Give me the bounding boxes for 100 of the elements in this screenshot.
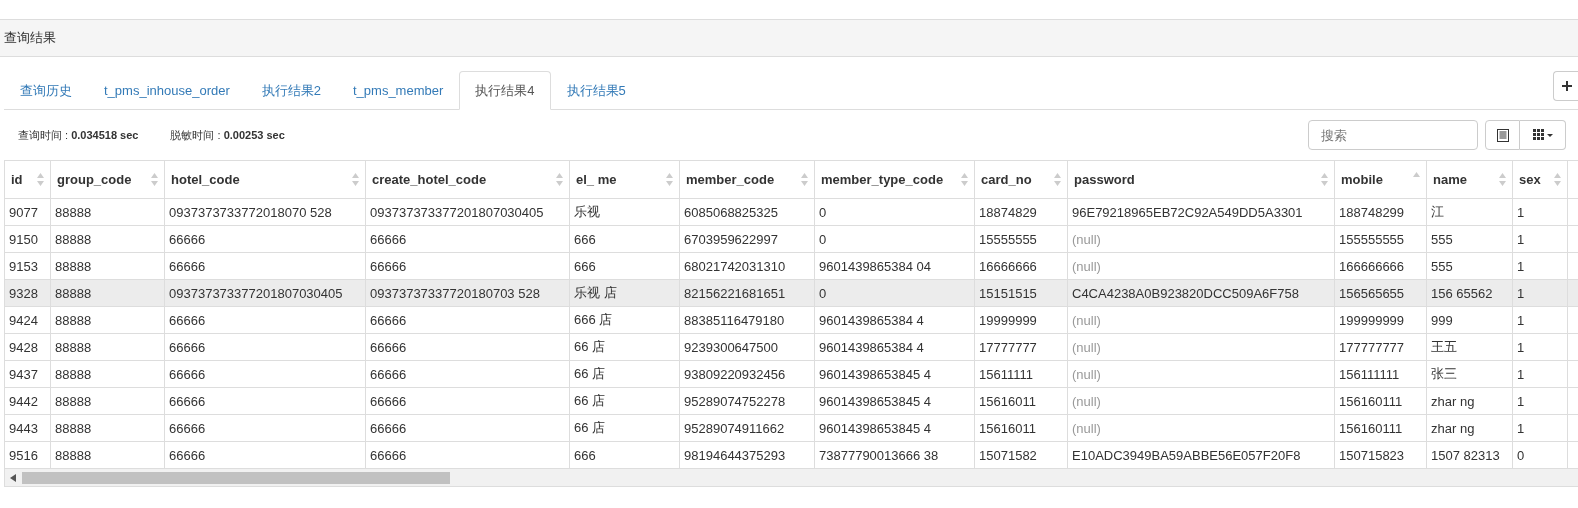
table-cell: 9442 [5, 388, 51, 414]
table-cell: 9601439865384 04 [815, 253, 975, 279]
table-cell: 166666666 [1335, 253, 1427, 279]
table-cell: 9153 [5, 253, 51, 279]
table-cell: 155555555 [1335, 226, 1427, 252]
add-button[interactable] [1553, 71, 1578, 101]
table-cell: 09373737337720180703 528 [366, 280, 570, 306]
column-header[interactable]: id [5, 161, 51, 198]
table-cell: 73877790013666 38 [815, 442, 975, 468]
column-header[interactable]: sex [1513, 161, 1568, 198]
table-cell: 88888 [51, 280, 165, 306]
table-cell: 张三 [1427, 361, 1513, 387]
plus-icon [1562, 81, 1572, 91]
table-cell: 150715823 [1335, 442, 1427, 468]
table-cell: 66666 [165, 442, 366, 468]
table-cell: 9150 [5, 226, 51, 252]
table-cell: 177777777 [1335, 334, 1427, 360]
table-cell: 95289074752278 [680, 388, 815, 414]
column-header[interactable]: password [1068, 161, 1335, 198]
table-cell: 王五 [1427, 334, 1513, 360]
columns-button[interactable] [1520, 120, 1566, 150]
table-cell: 6703959622997 [680, 226, 815, 252]
table-cell: 66666 [165, 334, 366, 360]
column-header[interactable]: mobile [1335, 161, 1427, 198]
column-label: hotel_code [171, 172, 240, 187]
table-cell: 66666 [366, 226, 570, 252]
table-cell: 96014398653845 4 [815, 415, 975, 441]
column-label: name [1433, 172, 1467, 187]
table-cell: 88888 [51, 388, 165, 414]
stat-text: 脱敏时间 : 0.00253 sec [170, 127, 285, 143]
table-cell: 9328 [5, 280, 51, 306]
table-row[interactable]: 9328 88888 093737373377201807030405 09373737337720180703 528 乐视 店 82156221681651 0 15151515 C4CA4238A0B923820DCC509A6F758 156565655 156 65562 1 [5, 280, 1578, 307]
table-cell: 9077 [5, 199, 51, 225]
table-cell: 95289074911662 [680, 415, 815, 441]
table-cell: 156111111 [1335, 361, 1427, 387]
column-header[interactable]: hotel_code [165, 161, 366, 198]
column-label: member_code [686, 172, 775, 187]
table-cell: 66666 [366, 253, 570, 279]
table-cell: (null) [1068, 388, 1335, 414]
table-cell: 188748299 [1335, 199, 1427, 225]
column-header[interactable]: member_type_code [815, 161, 975, 198]
tab[interactable]: 查询历史 [4, 71, 88, 110]
table-cell: 156565655 [1335, 280, 1427, 306]
table-cell: 19999999 [975, 307, 1068, 333]
table-row[interactable]: 9437 88888 66666 66666 66 店 93809220932456 96014398653845 4 15611111 (null) 156111111 张三 1 [5, 361, 1578, 388]
table-cell: 093737373377201807030405 [366, 199, 570, 225]
table-cell: 1 [1513, 334, 1568, 360]
table-cell: (null) [1068, 307, 1335, 333]
table-cell: 88888 [51, 307, 165, 333]
column-header[interactable]: card_no [975, 161, 1068, 198]
column-header[interactable]: el_ me [570, 161, 680, 198]
table-cell: 88888 [51, 361, 165, 387]
table-cell: 66 店 [570, 415, 680, 441]
table-row[interactable]: 9443 88888 66666 66666 66 店 95289074911662 96014398653845 4 15616011 (null) 156160111 zhar ng 1 [5, 415, 1578, 442]
table-cell: 68021742031310 [680, 253, 815, 279]
table-cell: 9239300647500 [680, 334, 815, 360]
table-cell: 66666 [165, 388, 366, 414]
table-row[interactable]: 9424 88888 66666 66666 666 店 88385116479180 9601439865384 4 19999999 (null) 199999999 999 1 [5, 307, 1578, 334]
list-icon [1496, 128, 1509, 142]
tab[interactable]: t_pms_member [337, 71, 460, 110]
table-row[interactable]: 9428 88888 66666 66666 66 店 9239300647500 9601439865384 4 17777777 (null) 177777777 王五 1 [5, 334, 1578, 361]
table-cell: 66666 [366, 388, 570, 414]
table-cell: 9437 [5, 361, 51, 387]
table-cell: 1 [1513, 226, 1568, 252]
table-cell: 15151515 [975, 280, 1068, 306]
table-cell: 555 [1427, 226, 1513, 252]
table-cell: 0 [815, 199, 975, 225]
column-header[interactable]: name [1427, 161, 1513, 198]
tab[interactable]: t_pms_inhouse_order [88, 71, 246, 110]
table-cell: 0 [1513, 442, 1568, 468]
column-label: create_hotel_code [372, 172, 487, 187]
table-row[interactable]: 9150 88888 66666 66666 666 6703959622997 0 15555555 (null) 155555555 555 1 [5, 226, 1578, 253]
table-cell: 1 [1513, 415, 1568, 441]
horizontal-scrollbar[interactable] [5, 469, 1578, 486]
table-cell: 88888 [51, 334, 165, 360]
column-label: id [11, 172, 23, 187]
table-cell: 乐视 [570, 199, 680, 225]
table-cell: 江 [1427, 199, 1513, 225]
table-cell: 88888 [51, 226, 165, 252]
table-row[interactable]: 9077 88888 0937373733772018070 528 093737373377201807030405 乐视 6085068825325 0 18874829 96E79218965EB72C92A549DD5A3301 188748299 江 1 [5, 199, 1578, 226]
tab[interactable]: 执行结果4 [459, 71, 551, 110]
toggle-view-button[interactable] [1485, 120, 1520, 150]
column-header[interactable]: member_code [680, 161, 815, 198]
column-header[interactable]: create_hotel_code [366, 161, 570, 198]
tab[interactable]: 执行结果5 [550, 71, 642, 110]
table-cell: 9428 [5, 334, 51, 360]
search-field[interactable]: 搜索 [1308, 120, 1478, 150]
column-label: sex [1519, 172, 1541, 187]
table-cell: 66666 [165, 226, 366, 252]
column-header[interactable]: group_code [51, 161, 165, 198]
stat-text: 查询时间 : 0.034518 sec [18, 127, 139, 143]
table-cell: 156160111 [1335, 415, 1427, 441]
table-cell: 9424 [5, 307, 51, 333]
table-row[interactable]: 9442 88888 66666 66666 66 店 95289074752278 96014398653845 4 15616011 (null) 156160111 zhar ng 1 [5, 388, 1578, 415]
table-cell: 9443 [5, 415, 51, 441]
table-cell: 96014398653845 4 [815, 361, 975, 387]
table-cell: 82156221681651 [680, 280, 815, 306]
table-cell: 666 [570, 442, 680, 468]
table-cell: 15555555 [975, 226, 1068, 252]
tab[interactable]: 执行结果2 [245, 71, 337, 110]
